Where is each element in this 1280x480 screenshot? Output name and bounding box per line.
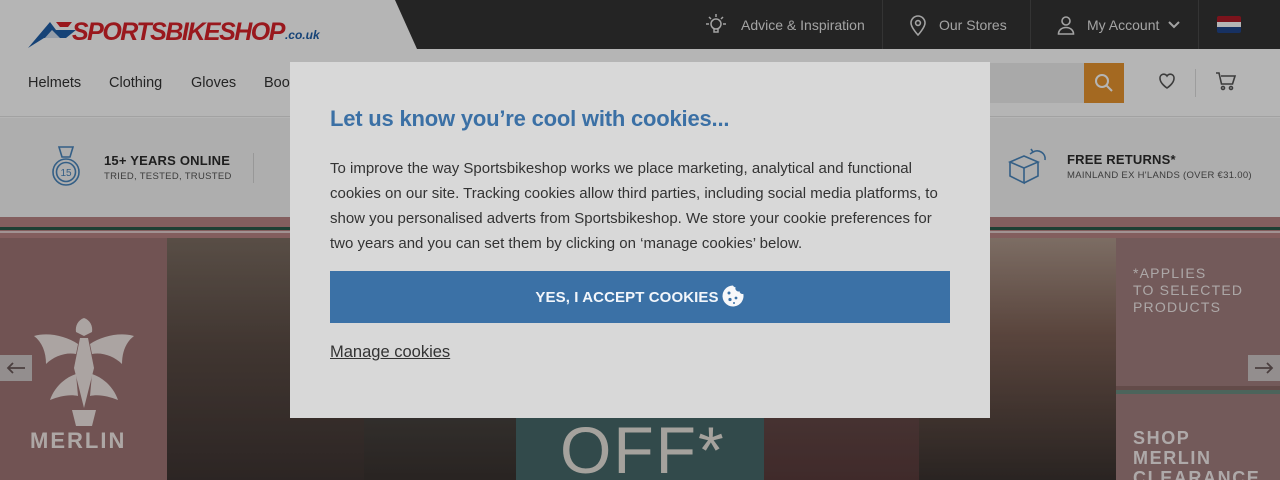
- cookie-modal-title: Let us know you’re cool with cookies...: [330, 106, 730, 131]
- accept-cookies-button[interactable]: YES, I ACCEPT COOKIES: [330, 271, 950, 323]
- cookie-modal-body: To improve the way Sportsbikeshop works …: [330, 160, 938, 252]
- cookie-icon: [721, 284, 745, 308]
- cookie-consent-modal: Let us know you’re cool with cookies... …: [290, 62, 990, 418]
- manage-cookies-link[interactable]: Manage cookies: [330, 343, 450, 362]
- accept-cookies-label: YES, I ACCEPT COOKIES: [535, 288, 719, 306]
